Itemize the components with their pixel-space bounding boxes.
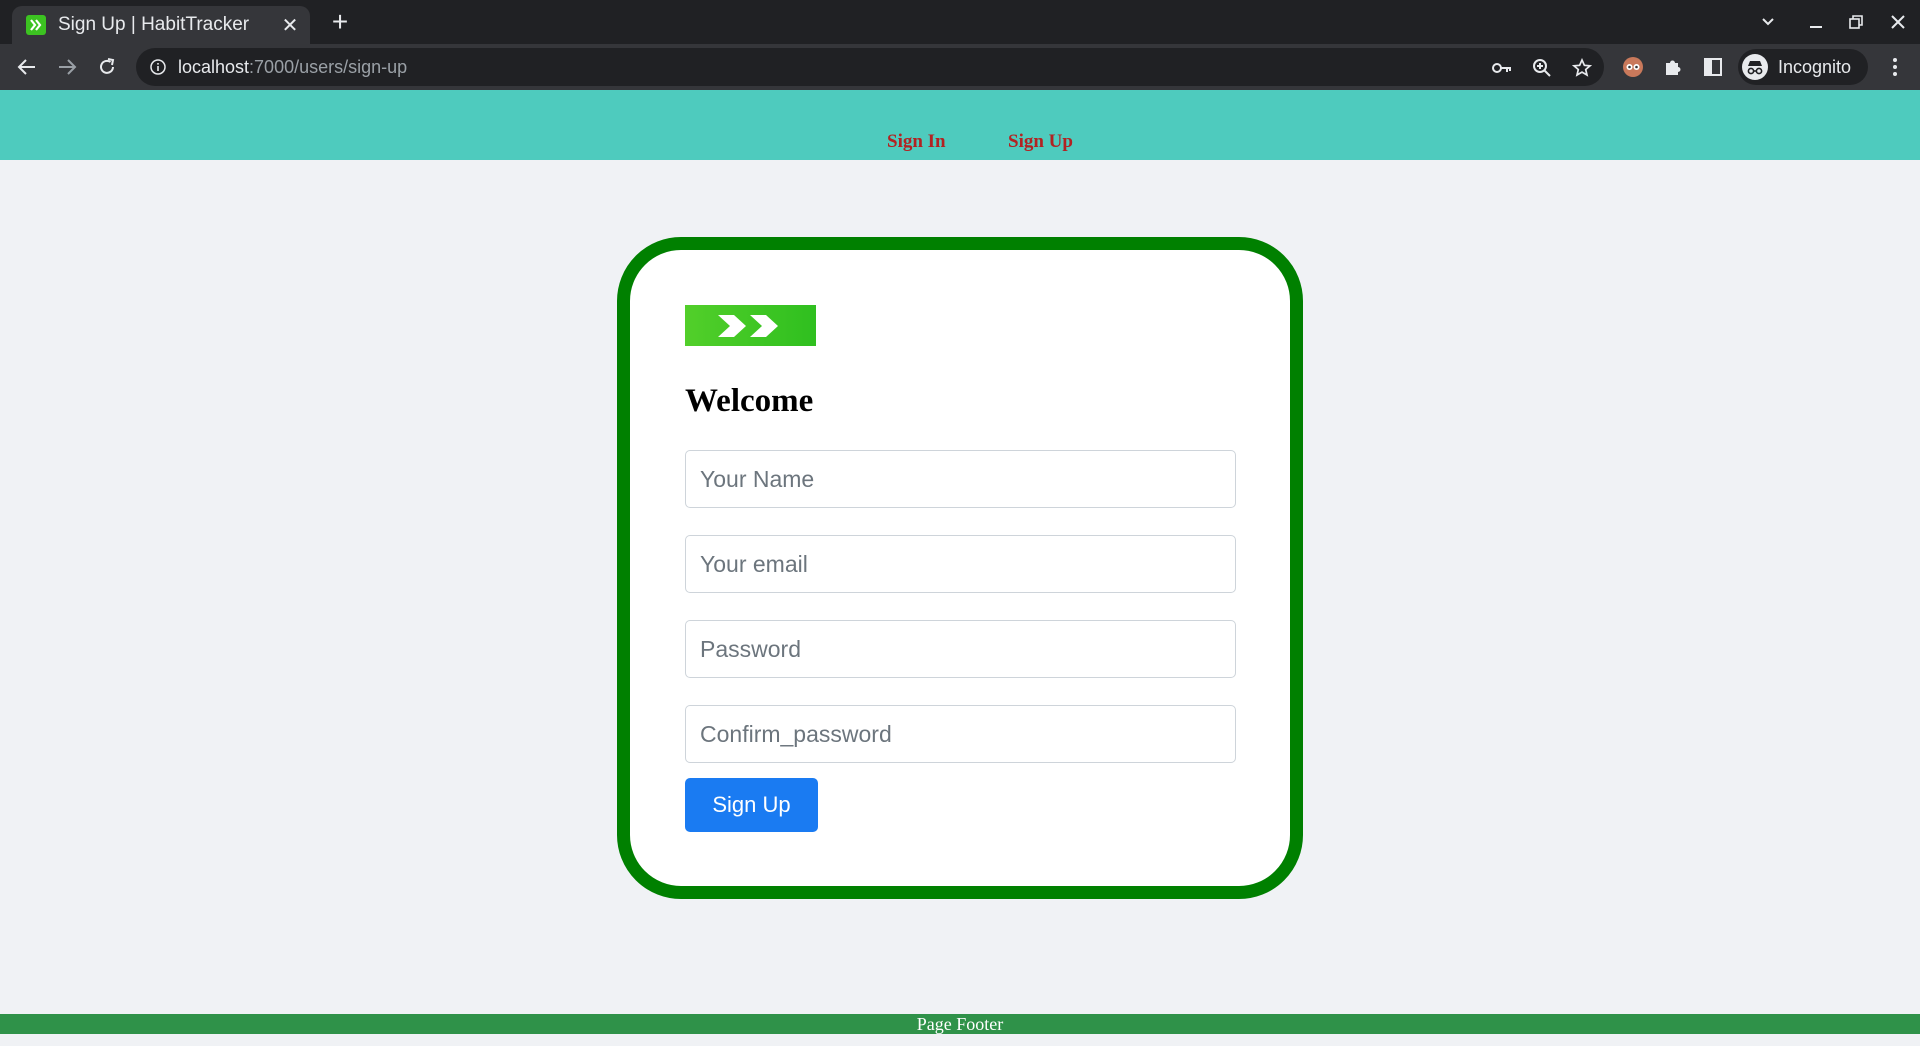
name-input[interactable] bbox=[685, 450, 1236, 508]
side-panel-icon[interactable] bbox=[1698, 52, 1728, 82]
signup-card: Welcome Sign Up bbox=[617, 237, 1303, 899]
nav-sign-up-link[interactable]: Sign Up bbox=[1008, 131, 1073, 153]
incognito-profile-button[interactable]: Incognito bbox=[1738, 49, 1868, 85]
tab-title: Sign Up | HabitTracker bbox=[58, 14, 250, 35]
browser-toolbar: localhost:7000/users/sign-up Incognito bbox=[0, 44, 1920, 90]
extensions-puzzle-icon[interactable] bbox=[1658, 52, 1688, 82]
reload-icon[interactable] bbox=[92, 52, 122, 82]
bookmark-star-icon[interactable] bbox=[1570, 56, 1594, 80]
url-text: localhost:7000/users/sign-up bbox=[178, 57, 407, 78]
incognito-label: Incognito bbox=[1778, 56, 1852, 77]
key-icon[interactable] bbox=[1490, 56, 1514, 80]
extension-avatar-icon[interactable] bbox=[1618, 52, 1648, 82]
incognito-icon bbox=[1742, 54, 1768, 80]
double-chevron-logo-icon bbox=[717, 314, 778, 337]
browser-menu-kebab-icon[interactable] bbox=[1880, 52, 1910, 82]
address-bar[interactable]: localhost:7000/users/sign-up bbox=[136, 48, 1604, 86]
habittracker-logo bbox=[685, 305, 816, 346]
page-footer: Page Footer bbox=[0, 1014, 1920, 1034]
site-header: Sign In Sign Up bbox=[0, 90, 1920, 160]
restore-icon[interactable] bbox=[1836, 0, 1876, 44]
browser-tab[interactable]: Sign Up | HabitTracker ✕ bbox=[12, 6, 310, 44]
url-path: :7000/users/sign-up bbox=[249, 56, 408, 77]
new-tab-button[interactable]: + bbox=[324, 6, 356, 38]
forward-arrow-icon[interactable] bbox=[52, 52, 82, 82]
back-arrow-icon[interactable] bbox=[12, 52, 42, 82]
confirm-password-input[interactable] bbox=[685, 705, 1236, 763]
window-close-icon[interactable] bbox=[1878, 0, 1918, 44]
welcome-heading: Welcome bbox=[685, 383, 814, 419]
tab-search-chevron-icon[interactable] bbox=[1748, 0, 1788, 44]
zoom-icon[interactable] bbox=[1530, 56, 1554, 80]
url-host: localhost bbox=[178, 56, 250, 77]
email-input[interactable] bbox=[685, 535, 1236, 593]
password-input[interactable] bbox=[685, 620, 1236, 678]
habittracker-favicon-icon bbox=[26, 15, 46, 35]
nav-sign-in-link[interactable]: Sign In bbox=[887, 131, 946, 153]
minimize-icon[interactable] bbox=[1796, 0, 1836, 44]
site-info-icon[interactable] bbox=[150, 59, 166, 75]
tab-close-icon[interactable]: ✕ bbox=[276, 13, 304, 38]
browser-tab-strip: Sign Up | HabitTracker ✕ + bbox=[0, 0, 1920, 44]
sign-up-button[interactable]: Sign Up bbox=[685, 778, 818, 832]
